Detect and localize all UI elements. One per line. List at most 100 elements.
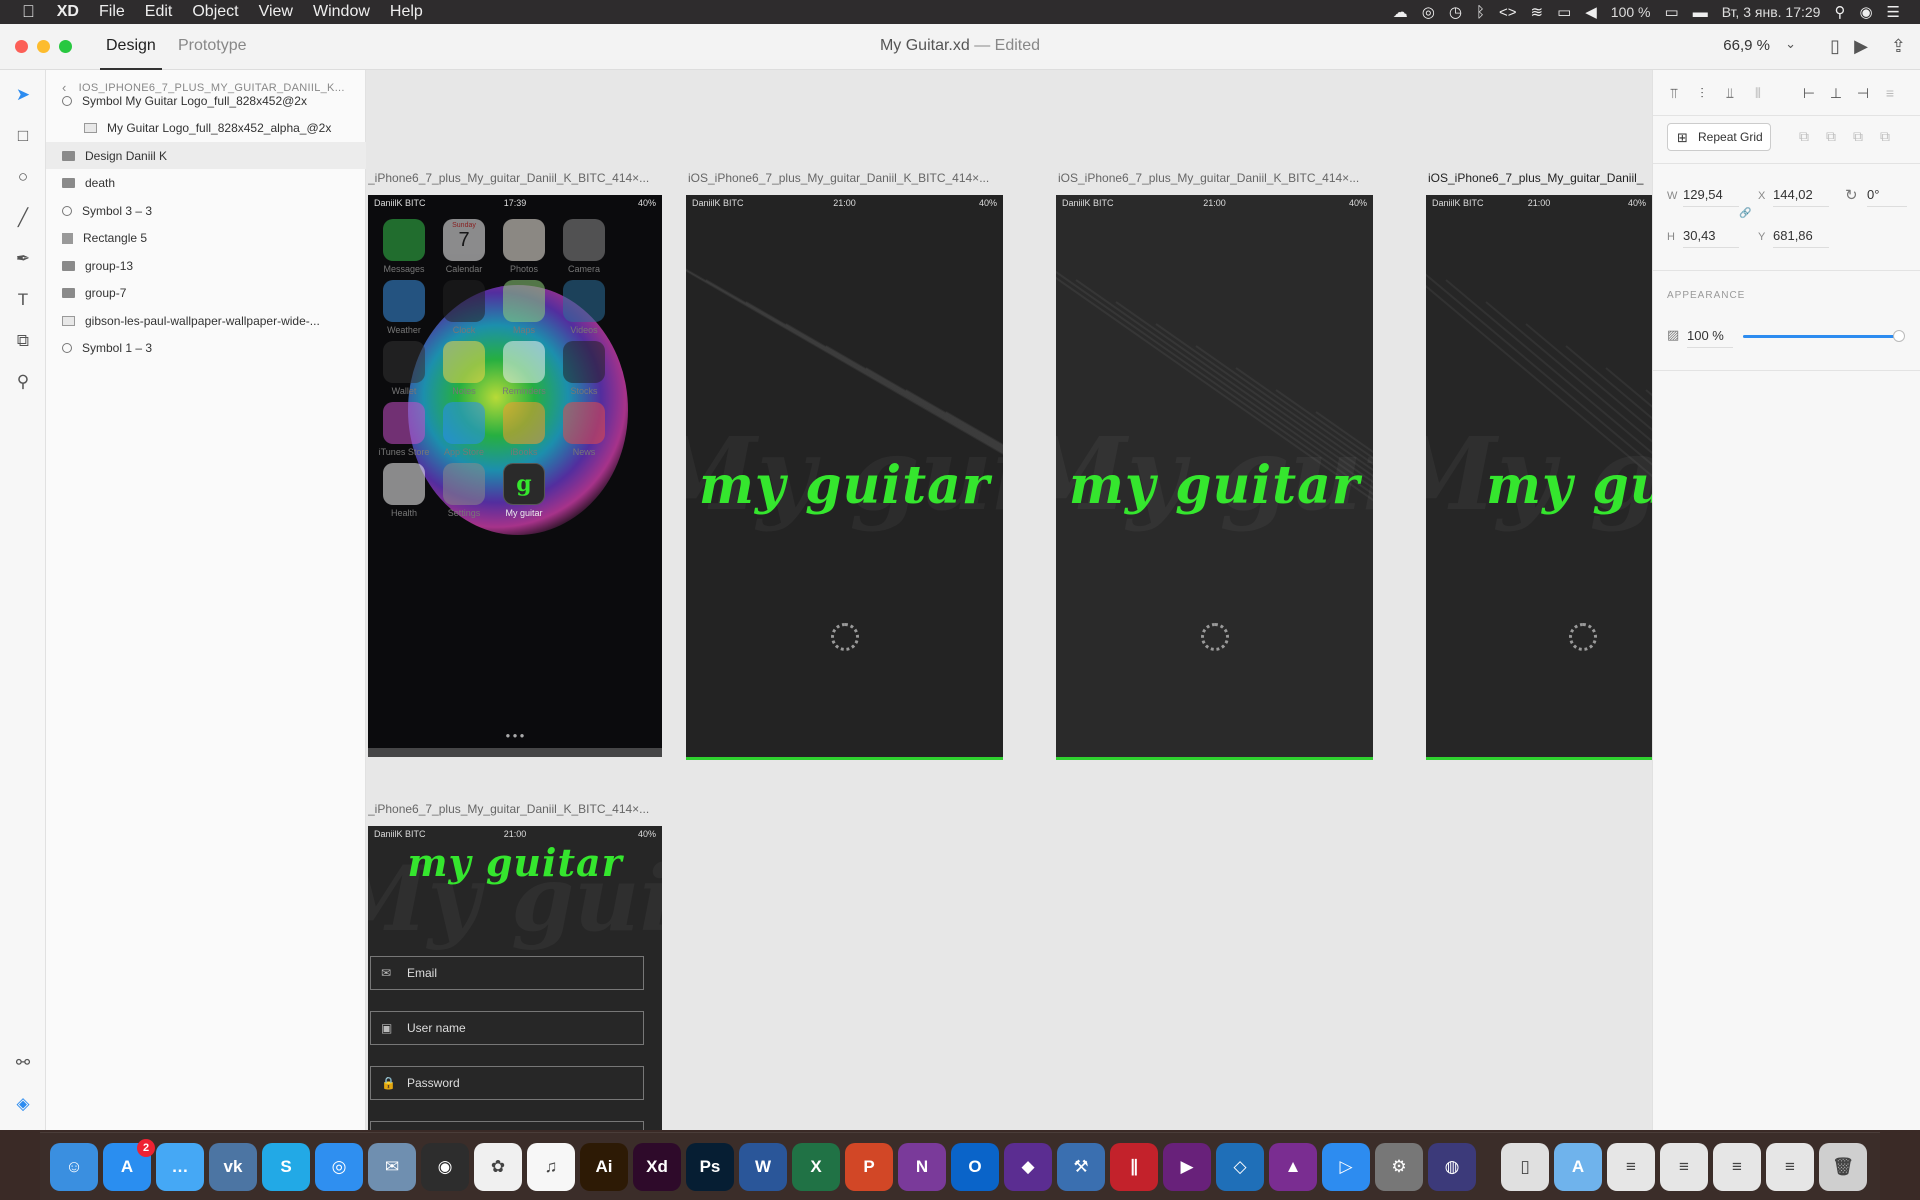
spotlight-icon[interactable]: ⚲ bbox=[1834, 3, 1845, 21]
code-icon[interactable]: <> bbox=[1499, 4, 1517, 21]
cloud-icon[interactable]: ☁ bbox=[1393, 3, 1408, 21]
artboard-label[interactable]: _iPhone6_7_plus_My_guitar_Daniil_K_BITC_… bbox=[368, 802, 658, 816]
menu-object[interactable]: Object bbox=[182, 0, 248, 24]
dock-skype-icon[interactable]: S bbox=[262, 1143, 310, 1191]
layer-row[interactable]: gibson-les-paul-wallpaper-wallpaper-wide… bbox=[46, 307, 366, 334]
next-field[interactable] bbox=[370, 1121, 644, 1130]
clock-datetime[interactable]: Вт, 3 янв. 17:29 bbox=[1722, 4, 1821, 20]
ellipse-tool-icon[interactable]: ○ bbox=[12, 166, 34, 188]
dock-vs-purple-icon[interactable]: ▶ bbox=[1163, 1143, 1211, 1191]
password-field[interactable]: 🔒 Password bbox=[370, 1066, 644, 1100]
siri-icon[interactable]: ◉ bbox=[1859, 3, 1872, 21]
dock-system-preferences-icon[interactable]: ⚙ bbox=[1375, 1143, 1423, 1191]
artboard-login[interactable]: My guitar DaniilK BITC 21:00 40% my guit… bbox=[368, 826, 662, 1130]
share-icon[interactable]: ⇪ bbox=[1891, 36, 1906, 57]
dock-visual-studio-icon[interactable]: ◆ bbox=[1004, 1143, 1052, 1191]
ios-app-icon[interactable] bbox=[443, 280, 485, 322]
zoom-dropdown-chevron-icon[interactable]: ⌄ bbox=[1785, 36, 1796, 52]
align-top-icon[interactable]: ⫪ bbox=[1663, 82, 1685, 104]
dock-doc-stack-2-icon[interactable]: ≡ bbox=[1660, 1143, 1708, 1191]
boolean-subtract-icon[interactable]: ⧉ bbox=[1826, 128, 1836, 145]
dock-finder-icon[interactable]: ☺ bbox=[50, 1143, 98, 1191]
distribute-vertical-icon[interactable]: ⦀ bbox=[1747, 82, 1769, 104]
layer-row[interactable]: Symbol 3 – 3 bbox=[46, 197, 366, 224]
dock-itunes-icon[interactable]: ♫ bbox=[527, 1143, 575, 1191]
ios-app-icon[interactable] bbox=[383, 280, 425, 322]
layer-row[interactable]: Design Daniil K bbox=[46, 142, 366, 169]
rotation-input[interactable]: 0° bbox=[1867, 187, 1907, 207]
ios-app-icon[interactable] bbox=[503, 280, 545, 322]
artboard-splash-3[interactable]: My guitarDaniilK BITC21:0040%my guitarDe… bbox=[1426, 195, 1652, 760]
dock-powerpoint-icon[interactable]: P bbox=[845, 1143, 893, 1191]
dock-doc-stack-4-icon[interactable]: ≡ bbox=[1766, 1143, 1814, 1191]
dock-onenote-icon[interactable]: N bbox=[898, 1143, 946, 1191]
zoom-level[interactable]: 66,9 % bbox=[1723, 37, 1770, 54]
notification-center-icon[interactable]: ☰ bbox=[1887, 3, 1900, 21]
device-preview-icon[interactable]: ▯ bbox=[1830, 36, 1840, 57]
dock-photos-icon[interactable]: ✿ bbox=[474, 1143, 522, 1191]
menu-view[interactable]: View bbox=[249, 0, 303, 24]
x-input[interactable]: 144,02 bbox=[1773, 187, 1829, 207]
ios-app-icon[interactable] bbox=[563, 280, 605, 322]
rectangle-tool-icon[interactable]: □ bbox=[12, 125, 34, 147]
battery-icon[interactable]: ▭ bbox=[1665, 3, 1679, 21]
bluetooth-icon[interactable]: ᛒ bbox=[1476, 4, 1485, 21]
time-machine-icon[interactable]: ◷ bbox=[1449, 3, 1462, 21]
width-input[interactable]: 129,54 bbox=[1683, 187, 1739, 207]
dock-siri-icon[interactable]: ◍ bbox=[1428, 1143, 1476, 1191]
dock-xd-icon[interactable]: Xd bbox=[633, 1143, 681, 1191]
dock-vs-code-icon[interactable]: ◇ bbox=[1216, 1143, 1264, 1191]
close-window-button[interactable] bbox=[15, 40, 28, 53]
creative-cloud-icon[interactable]: ◎ bbox=[1422, 3, 1435, 21]
app-menu[interactable]: XD bbox=[47, 0, 89, 24]
minimize-window-button[interactable] bbox=[37, 40, 50, 53]
dock-affinity-icon[interactable]: ▲ bbox=[1269, 1143, 1317, 1191]
username-field[interactable]: ▣ User name bbox=[370, 1011, 644, 1045]
distribute-horizontal-icon[interactable]: ≡ bbox=[1879, 82, 1901, 104]
dock-prototype-icon[interactable]: ▷ bbox=[1322, 1143, 1370, 1191]
ios-app-icon[interactable] bbox=[503, 402, 545, 444]
layer-row[interactable]: Rectangle 5 bbox=[46, 225, 366, 252]
play-preview-icon[interactable]: ▶ bbox=[1854, 36, 1868, 57]
symbols-panel-icon[interactable]: ⚯ bbox=[12, 1052, 34, 1074]
dock-mail-bird-icon[interactable]: ✉ bbox=[368, 1143, 416, 1191]
ios-app-icon[interactable]: g bbox=[503, 463, 545, 505]
dock-outlook-icon[interactable]: O bbox=[951, 1143, 999, 1191]
flag-icon[interactable]: ▬ bbox=[1693, 4, 1708, 21]
dock-applications-folder-icon[interactable]: A bbox=[1554, 1143, 1602, 1191]
opacity-input[interactable]: 100 % bbox=[1687, 328, 1733, 348]
design-canvas[interactable]: _iPhone6_7_plus_My_guitar_Daniil_K_BITC_… bbox=[366, 70, 1652, 1130]
artboard-tool-icon[interactable]: ⧉ bbox=[12, 330, 34, 352]
email-field[interactable]: ✉ Email bbox=[370, 956, 644, 990]
dock-excel-icon[interactable]: X bbox=[792, 1143, 840, 1191]
boolean-intersect-icon[interactable]: ⧉ bbox=[1853, 128, 1863, 145]
layer-row[interactable]: death bbox=[46, 170, 366, 197]
ios-app-icon[interactable] bbox=[443, 463, 485, 505]
align-center-icon[interactable]: ⊥ bbox=[1825, 82, 1847, 104]
opacity-slider-handle[interactable] bbox=[1893, 330, 1905, 342]
lock-aspect-icon[interactable]: 🔗 bbox=[1739, 208, 1751, 219]
dock-photoshop-icon[interactable]: Ps bbox=[686, 1143, 734, 1191]
repeat-grid-button[interactable]: ⊞ Repeat Grid bbox=[1667, 123, 1771, 151]
artboard-label-active[interactable]: iOS_iPhone6_7_plus_My_guitar_Daniil_ bbox=[1428, 171, 1652, 185]
dock-iphone-sim-icon[interactable]: ▯ bbox=[1501, 1143, 1549, 1191]
wifi-icon[interactable]: ≋ bbox=[1530, 3, 1543, 21]
dock-quicktime-icon[interactable]: ◉ bbox=[421, 1143, 469, 1191]
height-input[interactable]: 30,43 bbox=[1683, 228, 1739, 248]
ios-app-icon[interactable] bbox=[383, 402, 425, 444]
boolean-add-icon[interactable]: ⧉ bbox=[1799, 128, 1809, 145]
battery-percent[interactable]: 100 % bbox=[1611, 4, 1651, 20]
artboard-label[interactable]: iOS_iPhone6_7_plus_My_guitar_Daniil_K_BI… bbox=[688, 171, 1010, 185]
ios-app-icon[interactable] bbox=[383, 463, 425, 505]
boolean-exclude-icon[interactable]: ⧉ bbox=[1880, 128, 1890, 145]
artboard-home-screen[interactable]: DaniilK BITC 17:39 40% Messages Sunday 7 Ca… bbox=[368, 195, 662, 757]
ios-app-icon[interactable] bbox=[443, 341, 485, 383]
ios-app-icon[interactable] bbox=[383, 219, 425, 261]
pen-tool-icon[interactable]: ✒ bbox=[12, 248, 34, 270]
layers-panel-icon[interactable]: ◈ bbox=[12, 1093, 34, 1115]
align-left-icon[interactable]: ⊢ bbox=[1798, 82, 1820, 104]
layer-row[interactable]: Symbol 1 – 3 bbox=[46, 335, 366, 362]
dock-vk-icon[interactable]: vk bbox=[209, 1143, 257, 1191]
layer-row[interactable]: group-7 bbox=[46, 280, 366, 307]
tab-design[interactable]: Design bbox=[100, 37, 162, 70]
